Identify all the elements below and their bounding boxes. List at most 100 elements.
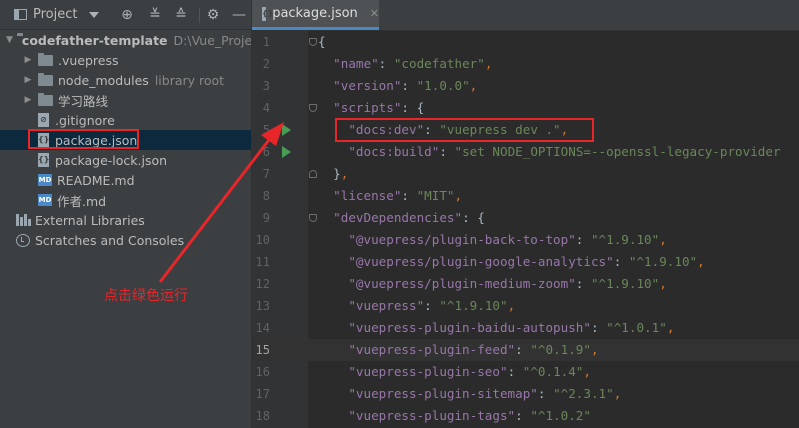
highlight-box-package-json	[28, 129, 139, 149]
code-line[interactable]: 16 "vuepress-plugin-seo": "^0.1.4",	[252, 361, 799, 383]
code-line[interactable]: 11 "@vuepress/plugin-google-analytics": …	[252, 251, 799, 273]
code-line[interactable]: 7 },	[252, 163, 799, 185]
code-token: "^0.1.4"	[522, 364, 584, 379]
code-line[interactable]: 15 "vuepress-plugin-feed": "^0.1.9",	[252, 339, 799, 361]
tree-item[interactable]: {} package-lock.json	[0, 150, 251, 170]
code-token: ,	[613, 386, 622, 401]
code-token: "@vuepress/plugin-google-analytics"	[318, 254, 614, 269]
code-token: "^1.9.10"	[439, 298, 508, 313]
json-file-icon: {}	[262, 6, 273, 21]
collapse-all-icon[interactable]: ≙	[174, 8, 188, 22]
chevron-right-icon[interactable]: ▶	[22, 75, 34, 85]
project-toolbar: Project ⊕ ≚ ≙ ⚙ —	[0, 0, 251, 30]
code-token: "vuepress-plugin-tags"	[318, 408, 516, 423]
line-number: 17	[255, 387, 270, 401]
settings-icon[interactable]: ⚙	[206, 8, 220, 22]
toolbar-divider	[199, 8, 200, 23]
line-number: 15	[255, 343, 270, 357]
code-text: "docs:build": "set NODE_OPTIONS=--openss…	[318, 141, 781, 163]
code-editor[interactable]: 1{2 "name": "codefather", 3 "version": "1…	[252, 31, 799, 428]
code-token: ,	[590, 342, 599, 357]
code-line[interactable]: 8 "license": "MIT",	[252, 185, 799, 207]
code-line[interactable]: 2 "name": "codefather",	[252, 53, 799, 75]
code-token: "^1.0.1"	[606, 320, 667, 335]
code-text: "vuepress-plugin-seo": "^0.1.4",	[318, 361, 591, 383]
line-number: 4	[262, 101, 270, 115]
code-line[interactable]: 18 "vuepress-plugin-tags": "^1.0.2"	[252, 405, 799, 427]
tree-item[interactable]: MD README.md	[0, 170, 251, 190]
tree-item[interactable]: ⊘ .gitignore	[0, 110, 251, 130]
tab-package-json[interactable]: {} package.json ✕	[252, 0, 379, 30]
code-text: "vuepress-plugin-sitemap": "^2.3.1",	[318, 383, 621, 405]
code-token: "^2.3.1"	[553, 386, 614, 401]
code-line[interactable]: 6 "docs:build": "set NODE_OPTIONS=--open…	[252, 141, 799, 163]
tree-item-label: codefather-template	[21, 32, 168, 48]
code-text: "vuepress-plugin-feed": "^0.1.9",	[318, 339, 599, 361]
code-line[interactable]: 13 "vuepress": "^1.9.10",	[252, 295, 799, 317]
tree-item[interactable]: MD 作者.md	[0, 190, 251, 210]
code-line[interactable]: 4 "scripts": {	[252, 97, 799, 119]
code-token: "docs:dev"	[318, 122, 425, 137]
code-line[interactable]: 5 "docs:dev": "vuepress dev .",	[252, 119, 799, 141]
run-script-icon[interactable]	[282, 124, 291, 136]
tree-item-label: package-lock.json	[55, 152, 168, 168]
code-token: ,	[340, 166, 349, 181]
locate-icon[interactable]: ⊕	[120, 8, 134, 22]
code-line[interactable]: 3 "version": "1.0.0",	[252, 75, 799, 97]
tree-item[interactable]: Scratches and Consoles	[0, 230, 251, 250]
project-window-icon	[14, 9, 27, 20]
code-text: },	[318, 163, 348, 185]
run-script-icon[interactable]	[282, 146, 291, 158]
code-token: :	[507, 364, 523, 379]
tree-item[interactable]: ▶ .vuepress	[0, 50, 251, 70]
project-view-selector[interactable]: Project	[14, 7, 100, 22]
code-line[interactable]: 17 "vuepress-plugin-sitemap": "^2.3.1",	[252, 383, 799, 405]
chevron-down-icon[interactable]: ▼	[6, 35, 13, 45]
fold-icon[interactable]	[309, 38, 317, 46]
code-token: "@vuepress/plugin-back-to-top"	[318, 232, 576, 247]
code-token: ,	[484, 56, 493, 71]
code-token: :	[378, 56, 394, 71]
code-token: : {	[462, 210, 485, 225]
code-line[interactable]: 12 "@vuepress/plugin-medium-zoom": "^1.9…	[252, 273, 799, 295]
fold-icon[interactable]	[309, 104, 317, 112]
code-token: "vuepress-plugin-baidu-autopush"	[318, 320, 591, 335]
line-number: 13	[255, 299, 270, 313]
code-line[interactable]: 10 "@vuepress/plugin-back-to-top": "^1.9…	[252, 229, 799, 251]
json-file-icon: {}	[38, 153, 49, 167]
tree-item[interactable]: ▶ node_modules library root	[0, 70, 251, 90]
code-line[interactable]: 1{	[252, 31, 799, 53]
close-icon[interactable]: ✕	[370, 7, 379, 20]
fold-icon[interactable]	[309, 214, 317, 222]
tree-item-label: 学习路线	[58, 93, 109, 109]
code-line[interactable]: 9 "devDependencies": {	[252, 207, 799, 229]
tree-item[interactable]: ▶ 学习路线	[0, 90, 251, 110]
code-token: "set NODE_OPTIONS=--openssl-legacy-provi…	[454, 144, 781, 159]
code-token: ,	[659, 232, 667, 247]
hide-icon[interactable]: —	[232, 8, 246, 22]
line-number: 3	[262, 79, 270, 93]
code-token: "vuepress-plugin-sitemap"	[318, 386, 538, 401]
line-number: 9	[262, 211, 270, 225]
code-text: "@vuepress/plugin-medium-zoom": "^1.9.10…	[318, 273, 666, 295]
code-token: "^1.9.10"	[590, 276, 660, 291]
chevron-right-icon[interactable]: ▶	[22, 95, 34, 105]
code-token: "vuepress dev ."	[439, 122, 561, 137]
tree-item[interactable]: External Libraries	[0, 210, 251, 230]
code-token: :	[590, 320, 607, 335]
chevron-right-icon[interactable]: ▶	[22, 55, 34, 65]
code-token: "scripts"	[318, 100, 402, 115]
tree-item[interactable]: ▼ codefather-template D:\Vue_Proje	[0, 30, 251, 50]
tree-item-label: External Libraries	[35, 212, 145, 228]
code-token: "MIT"	[416, 188, 455, 203]
code-text: "vuepress-plugin-tags": "^1.0.2"	[318, 405, 591, 427]
code-text: "version": "1.0.0",	[318, 75, 477, 97]
tree-item-label: README.md	[57, 172, 135, 188]
code-token: "^1.9.10"	[590, 232, 660, 247]
expand-all-icon[interactable]: ≚	[148, 8, 162, 22]
code-line[interactable]: 14 "vuepress-plugin-baidu-autopush": "^1…	[252, 317, 799, 339]
code-token: : {	[401, 100, 425, 115]
fold-icon[interactable]	[309, 170, 317, 178]
markdown-file-icon: MD	[38, 174, 52, 186]
line-number: 8	[262, 189, 270, 203]
